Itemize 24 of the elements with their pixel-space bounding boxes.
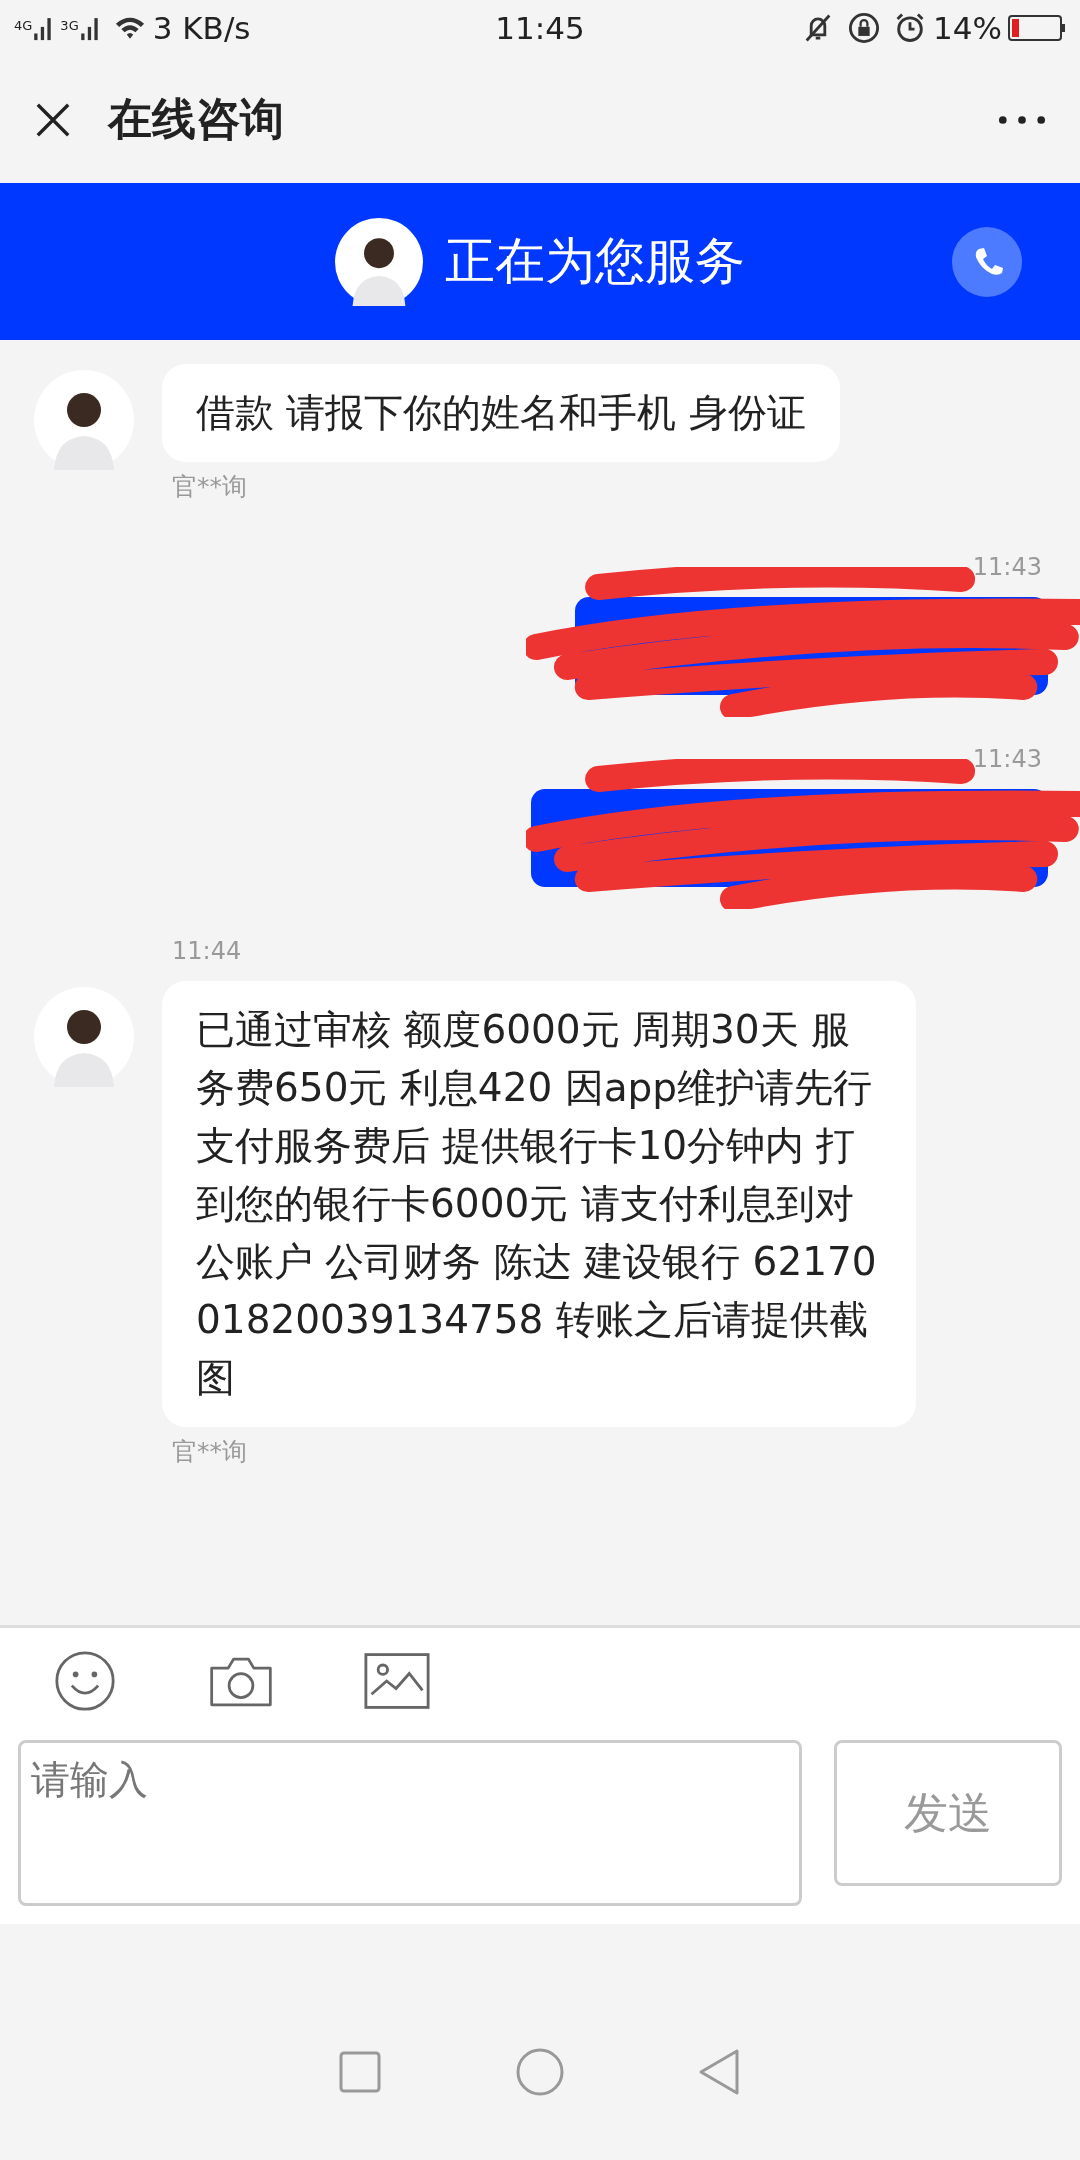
sender-name: 官**询: [172, 471, 247, 503]
message-bubble: 已通过审核 额度6000元 周期30天 服务费650元 利息420 因app维护请先行支付服务费后 提供银行卡10分钟内 打到您的银行卡6000元 请支付利息到对公账户 公司财务 陈达 建设银行 6217001820039134758 转账之后请提供截图: [162, 981, 916, 1427]
network-label: 4G: [14, 18, 33, 33]
phone-icon[interactable]: [952, 227, 1022, 297]
home-icon[interactable]: [515, 2047, 565, 2097]
send-button[interactable]: 发送: [834, 1740, 1062, 1886]
clock: 11:45: [495, 10, 585, 46]
message-time: 11:44: [172, 937, 242, 965]
signal-icon: [78, 15, 101, 41]
image-icon[interactable]: [364, 1650, 430, 1712]
message-input[interactable]: 请输入: [18, 1740, 802, 1906]
sender-name: 官**询: [172, 1436, 247, 1468]
emoji-icon[interactable]: [52, 1650, 118, 1712]
message-bubble: 借款 请报下你的姓名和手机 身份证: [162, 364, 840, 462]
network-label: 3G: [60, 18, 79, 33]
battery-icon: [1008, 15, 1066, 41]
message-time: 11:43: [972, 553, 1042, 581]
more-icon[interactable]: [998, 114, 1046, 125]
battery-percent: 14%: [933, 10, 1002, 46]
banner-title: 正在为您服务: [445, 231, 745, 292]
network-speed: 3 KB/s: [152, 10, 251, 46]
rotation-lock-icon: [847, 11, 882, 45]
message-time: 11:43: [972, 745, 1042, 773]
page-title: 在线咨询: [108, 92, 285, 146]
